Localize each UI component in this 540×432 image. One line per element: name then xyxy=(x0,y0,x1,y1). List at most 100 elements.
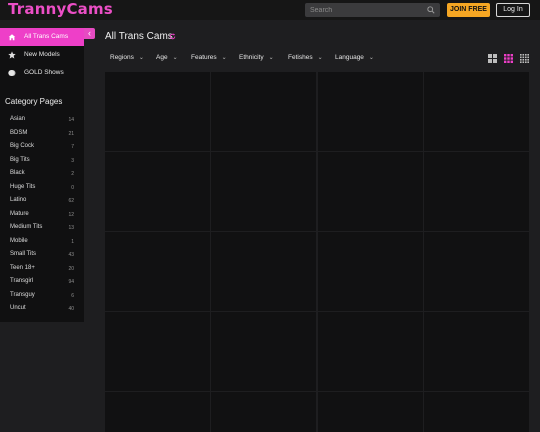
chevron-down-icon: ⌄ xyxy=(221,55,227,61)
category-count: 7 xyxy=(71,144,74,150)
category-name: Teen 18+ xyxy=(10,264,35,271)
category-item[interactable]: Black 2 xyxy=(0,167,84,181)
model-tile[interactable] xyxy=(318,152,423,231)
gold-coin-icon xyxy=(8,69,16,77)
model-tile[interactable] xyxy=(211,392,316,432)
filter-language[interactable]: Language ⌄ xyxy=(335,53,374,63)
category-count: 0 xyxy=(71,184,74,191)
join-free-button[interactable]: JOIN FREE xyxy=(447,3,490,17)
model-tile[interactable] xyxy=(424,392,529,432)
model-tile[interactable] xyxy=(211,232,316,311)
page-title: All Trans Cams xyxy=(105,31,173,42)
category-item[interactable]: Small Tits 43 xyxy=(0,248,84,262)
category-count: 62 xyxy=(68,198,74,204)
sidebar-item-gold-shows[interactable]: GOLD Shows xyxy=(0,64,84,82)
category-item[interactable]: Medium Tits 13 xyxy=(0,221,84,235)
category-count: 21 xyxy=(68,130,74,137)
model-tile[interactable] xyxy=(105,72,210,151)
category-count: 6 xyxy=(71,292,74,299)
category-name: Uncut xyxy=(10,305,26,311)
model-tile[interactable] xyxy=(424,152,529,231)
category-item[interactable]: BDSM 21 xyxy=(0,127,84,141)
model-grid xyxy=(105,72,530,432)
search-box[interactable] xyxy=(305,3,440,17)
category-item[interactable]: Transgirl 94 xyxy=(0,275,84,289)
category-item[interactable]: Uncut 40 xyxy=(0,302,84,316)
refresh-icon[interactable] xyxy=(169,33,176,40)
category-name: Huge Tits xyxy=(10,183,36,190)
search-icon[interactable] xyxy=(427,6,435,14)
site-logo[interactable]: TrannyCams xyxy=(8,1,113,17)
login-button[interactable]: Log In xyxy=(496,3,530,17)
model-tile[interactable] xyxy=(424,232,529,311)
large-grid-icon[interactable] xyxy=(488,54,497,63)
model-tile[interactable] xyxy=(424,312,529,391)
filter-ethnicity[interactable]: Ethnicity ⌄ xyxy=(239,53,274,63)
model-tile[interactable] xyxy=(318,232,423,311)
category-item[interactable]: Big Tits 3 xyxy=(0,154,84,168)
medium-grid-icon[interactable] xyxy=(504,54,513,63)
home-icon xyxy=(8,34,16,41)
model-tile[interactable] xyxy=(424,72,529,151)
filter-label: Regions xyxy=(110,54,134,61)
category-count: 43 xyxy=(68,252,74,258)
model-tile[interactable] xyxy=(318,72,423,151)
chevron-down-icon: ⌄ xyxy=(172,55,178,61)
model-tile[interactable] xyxy=(211,152,316,231)
category-name: Big Cock xyxy=(10,143,35,149)
category-name: Medium Tits xyxy=(10,224,43,230)
category-item[interactable]: Mature 12 xyxy=(0,208,84,222)
search-input[interactable] xyxy=(305,3,420,17)
category-list: Asian 14 BDSM 21 Big Cock 7 Big Tits 3 Black… xyxy=(0,113,84,316)
category-count: 14 xyxy=(68,117,74,123)
category-item[interactable]: Asian 14 xyxy=(0,113,84,127)
model-tile[interactable] xyxy=(318,392,423,432)
sidebar-item-new-models[interactable]: New Models xyxy=(0,46,84,64)
category-item[interactable]: Mobile 1 xyxy=(0,235,84,249)
small-grid-icon[interactable] xyxy=(520,54,529,63)
filter-regions[interactable]: Regions ⌄ xyxy=(110,53,144,63)
sidebar-item-label: New Models xyxy=(24,51,60,58)
filter-label: Age xyxy=(156,54,168,61)
filter-fetishes[interactable]: Fetishes ⌄ xyxy=(288,53,323,63)
category-name: Big Tits xyxy=(10,156,30,163)
category-pages-heading: Category Pages xyxy=(5,97,63,106)
chevron-down-icon: ⌄ xyxy=(368,55,374,61)
filter-label: Fetishes xyxy=(288,54,313,61)
category-count: 40 xyxy=(68,306,74,312)
sidebar-item-all-trans-cams[interactable]: All Trans Cams xyxy=(0,28,84,46)
model-tile[interactable] xyxy=(318,312,423,391)
category-count: 13 xyxy=(68,225,74,231)
model-tile[interactable] xyxy=(211,312,316,391)
model-tile[interactable] xyxy=(105,392,210,432)
category-item[interactable]: Big Cock 7 xyxy=(0,140,84,154)
category-item[interactable]: Huge Tits 0 xyxy=(0,181,84,195)
model-tile[interactable] xyxy=(211,72,316,151)
collapse-sidebar-button[interactable]: ‹ xyxy=(84,28,95,39)
category-count: 94 xyxy=(68,279,74,285)
category-item[interactable]: Transguy 6 xyxy=(0,289,84,303)
category-count: 20 xyxy=(68,265,74,272)
sidebar-item-label: All Trans Cams xyxy=(24,33,69,40)
model-tile[interactable] xyxy=(105,152,210,231)
model-tile[interactable] xyxy=(105,232,210,311)
filter-label: Features xyxy=(191,54,217,61)
category-count: 3 xyxy=(71,157,74,164)
model-tile[interactable] xyxy=(105,312,210,391)
category-item[interactable]: Teen 18+ 20 xyxy=(0,262,84,276)
category-count: 2 xyxy=(71,171,74,177)
category-name: Small Tits xyxy=(10,251,37,257)
category-name: BDSM xyxy=(10,129,28,136)
filter-label: Language xyxy=(335,54,364,61)
category-count: 1 xyxy=(71,238,74,245)
chevron-down-icon: ⌄ xyxy=(317,55,323,61)
category-item[interactable]: Latino 62 xyxy=(0,194,84,208)
chevron-left-icon: ‹ xyxy=(88,28,91,38)
sidebar: All Trans Cams New Models GOLD Shows Cat… xyxy=(0,28,84,322)
category-name: Transguy xyxy=(10,291,35,298)
category-name: Black xyxy=(10,170,25,176)
category-name: Asian xyxy=(10,116,26,122)
sidebar-item-label: GOLD Shows xyxy=(24,69,64,76)
filter-features[interactable]: Features ⌄ xyxy=(191,53,227,63)
filter-age[interactable]: Age ⌄ xyxy=(156,53,178,63)
